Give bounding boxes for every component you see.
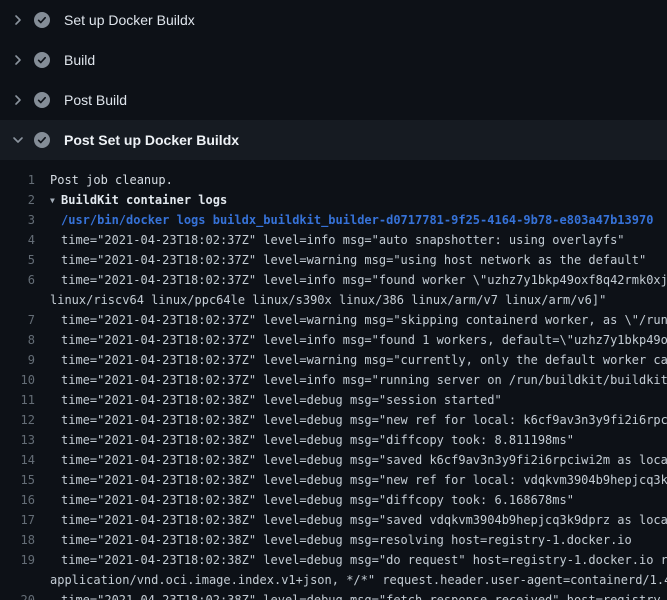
check-circle-icon <box>34 12 50 28</box>
log-line: 12 time="2021-04-23T18:02:38Z" level=deb… <box>0 410 667 430</box>
log-line: 15 time="2021-04-23T18:02:38Z" level=deb… <box>0 470 667 490</box>
log-text: time="2021-04-23T18:02:38Z" level=debug … <box>35 430 574 450</box>
chevron-down-icon[interactable] <box>10 132 34 148</box>
line-number[interactable]: 20 <box>0 590 35 600</box>
log-text: /usr/bin/docker logs buildx_buildkit_bui… <box>35 210 653 230</box>
log-line-group-header[interactable]: 2 ▼BuildKit container logs <box>0 190 667 210</box>
log-text: time="2021-04-23T18:02:38Z" level=debug … <box>35 530 632 550</box>
log-text: time="2021-04-23T18:02:37Z" level=warnin… <box>35 350 667 370</box>
log-line: 13 time="2021-04-23T18:02:38Z" level=deb… <box>0 430 667 450</box>
log-line: 16 time="2021-04-23T18:02:38Z" level=deb… <box>0 490 667 510</box>
line-number[interactable]: 15 <box>0 470 35 490</box>
log-line: 17 time="2021-04-23T18:02:38Z" level=deb… <box>0 510 667 530</box>
log-text: time="2021-04-23T18:02:37Z" level=warnin… <box>35 250 646 270</box>
line-number[interactable]: 1 <box>0 170 35 190</box>
line-number[interactable]: 17 <box>0 510 35 530</box>
line-number[interactable]: 3 <box>0 210 35 230</box>
chevron-right-icon[interactable] <box>10 52 34 68</box>
line-number[interactable]: 2 <box>0 190 35 210</box>
line-number[interactable]: 6 <box>0 270 35 290</box>
check-circle-icon <box>34 52 50 68</box>
log-line: 20 time="2021-04-23T18:02:38Z" level=deb… <box>0 590 667 600</box>
step-label: Post Build <box>64 92 127 108</box>
line-number[interactable]: 9 <box>0 350 35 370</box>
log-text: time="2021-04-23T18:02:38Z" level=debug … <box>35 550 667 570</box>
step-setup-docker-buildx[interactable]: Set up Docker Buildx <box>0 0 667 40</box>
check-circle-icon <box>34 92 50 108</box>
log-text: time="2021-04-23T18:02:38Z" level=debug … <box>35 390 502 410</box>
step-post-setup-docker-buildx[interactable]: Post Set up Docker Buildx <box>0 120 667 160</box>
step-label: Build <box>64 52 95 68</box>
log-text: Post job cleanup. <box>35 170 173 190</box>
log-text: time="2021-04-23T18:02:38Z" level=debug … <box>35 450 667 470</box>
log-line: 9 time="2021-04-23T18:02:37Z" level=warn… <box>0 350 667 370</box>
line-number[interactable]: 19 <box>0 550 35 570</box>
line-number <box>0 570 35 590</box>
actions-log-viewer: Set up Docker Buildx Build Post Build Po… <box>0 0 667 600</box>
step-label: Post Set up Docker Buildx <box>64 132 239 148</box>
log-line: 6 time="2021-04-23T18:02:37Z" level=info… <box>0 270 667 290</box>
log-text: time="2021-04-23T18:02:37Z" level=info m… <box>35 370 667 390</box>
log-line: 11 time="2021-04-23T18:02:38Z" level=deb… <box>0 390 667 410</box>
log-line-continuation: application/vnd.oci.image.index.v1+json,… <box>0 570 667 590</box>
step-post-build[interactable]: Post Build <box>0 80 667 120</box>
log-text: time="2021-04-23T18:02:37Z" level=info m… <box>35 330 667 350</box>
log-line: 19 time="2021-04-23T18:02:38Z" level=deb… <box>0 550 667 570</box>
log-line: 5 time="2021-04-23T18:02:37Z" level=warn… <box>0 250 667 270</box>
group-label: BuildKit container logs <box>61 193 227 207</box>
line-number[interactable]: 10 <box>0 370 35 390</box>
chevron-right-icon[interactable] <box>10 92 34 108</box>
log-text: ▼BuildKit container logs <box>35 190 227 210</box>
line-number[interactable]: 16 <box>0 490 35 510</box>
log-line: 8 time="2021-04-23T18:02:37Z" level=info… <box>0 330 667 350</box>
log-text: time="2021-04-23T18:02:38Z" level=debug … <box>35 470 667 490</box>
step-build[interactable]: Build <box>0 40 667 80</box>
log-line: 3 /usr/bin/docker logs buildx_buildkit_b… <box>0 210 667 230</box>
log-line: 4 time="2021-04-23T18:02:37Z" level=info… <box>0 230 667 250</box>
log-line: 18 time="2021-04-23T18:02:38Z" level=deb… <box>0 530 667 550</box>
line-number[interactable]: 7 <box>0 310 35 330</box>
line-number[interactable]: 12 <box>0 410 35 430</box>
log-text: application/vnd.oci.image.index.v1+json,… <box>35 570 667 590</box>
log-output: 1 Post job cleanup. 2 ▼BuildKit containe… <box>0 160 667 600</box>
line-number[interactable]: 8 <box>0 330 35 350</box>
line-number[interactable]: 14 <box>0 450 35 470</box>
log-line: 7 time="2021-04-23T18:02:37Z" level=warn… <box>0 310 667 330</box>
log-text: time="2021-04-23T18:02:38Z" level=debug … <box>35 490 574 510</box>
line-number <box>0 290 35 310</box>
log-line-continuation: linux/riscv64 linux/ppc64le linux/s390x … <box>0 290 667 310</box>
log-text: time="2021-04-23T18:02:38Z" level=debug … <box>35 410 667 430</box>
log-text: time="2021-04-23T18:02:37Z" level=info m… <box>35 230 625 250</box>
chevron-right-icon[interactable] <box>10 12 34 28</box>
line-number[interactable]: 13 <box>0 430 35 450</box>
line-number[interactable]: 11 <box>0 390 35 410</box>
line-number[interactable]: 5 <box>0 250 35 270</box>
log-line: 14 time="2021-04-23T18:02:38Z" level=deb… <box>0 450 667 470</box>
log-text: linux/riscv64 linux/ppc64le linux/s390x … <box>35 290 606 310</box>
log-text: time="2021-04-23T18:02:37Z" level=warnin… <box>35 310 667 330</box>
line-number[interactable]: 4 <box>0 230 35 250</box>
check-circle-icon <box>34 132 50 148</box>
log-line: 1 Post job cleanup. <box>0 170 667 190</box>
log-text: time="2021-04-23T18:02:38Z" level=debug … <box>35 590 667 600</box>
log-text: time="2021-04-23T18:02:38Z" level=debug … <box>35 510 667 530</box>
log-line: 10 time="2021-04-23T18:02:37Z" level=inf… <box>0 370 667 390</box>
line-number[interactable]: 18 <box>0 530 35 550</box>
step-label: Set up Docker Buildx <box>64 12 195 28</box>
group-collapse-icon[interactable]: ▼ <box>50 191 61 210</box>
log-text: time="2021-04-23T18:02:37Z" level=info m… <box>35 270 667 290</box>
